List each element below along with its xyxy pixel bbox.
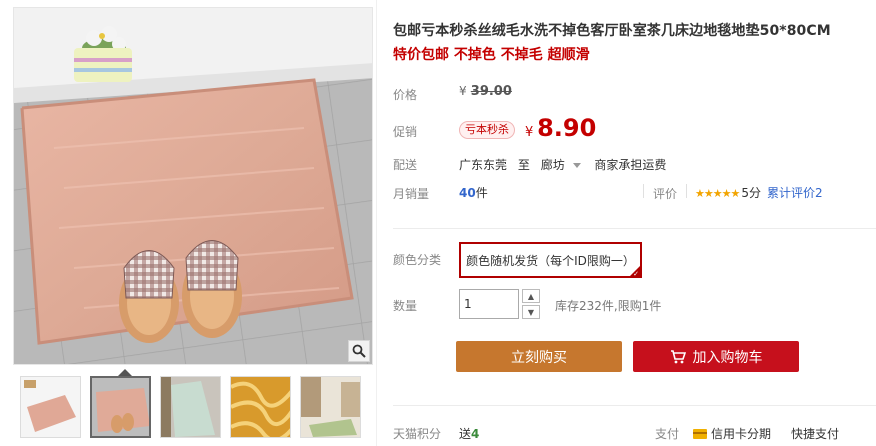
credit-card-installment[interactable]: 信用卡分期: [693, 425, 771, 442]
promotion-price-value: 8.90: [537, 114, 597, 142]
divider: [643, 184, 644, 198]
zoom-button[interactable]: [348, 340, 370, 362]
promo-currency-symbol: ¥: [525, 125, 534, 140]
express-payment-label: 快捷支付: [791, 427, 840, 441]
color-option-text: 颜色随机发货（每个ID限购一）: [466, 253, 635, 268]
quantity-decrease-button[interactable]: ▼: [522, 305, 540, 319]
magnifier-icon: [352, 344, 366, 358]
quantity-label: 数量: [393, 299, 418, 313]
stock-info: 库存232件,限购1件: [555, 299, 662, 313]
currency-symbol: ¥: [459, 84, 467, 98]
monthly-sales-unit: 件: [475, 186, 488, 200]
shipping-fee-note: 商家承担运费: [594, 158, 667, 172]
quantity-input[interactable]: [459, 289, 519, 319]
quantity-increase-button[interactable]: ▲: [522, 289, 540, 303]
promotion-tag: 亏本秒杀: [459, 121, 515, 139]
rating-score: 5分: [741, 186, 761, 200]
monthly-sales-count: 40: [459, 186, 476, 200]
monthly-sales-value: 40件: [459, 184, 488, 201]
payment-label: 支付: [655, 427, 680, 441]
color-option-selected[interactable]: 颜色随机发货（每个ID限购一） ✓: [459, 242, 642, 278]
product-detail-panel: 包邮亏本秒杀丝绒毛水洗不掉色客厅卧室茶几床边地毯地垫50*80CM 特价包邮 不…: [376, 0, 876, 446]
thumbnail-strip: [20, 376, 361, 438]
thumbnail-5[interactable]: [300, 376, 361, 438]
express-payment[interactable]: 快捷支付: [791, 425, 839, 442]
promotion-price: ¥ 8.90: [525, 114, 596, 142]
tmall-points-label: 天猫积分: [393, 427, 442, 441]
original-price: ¥ 39.00: [459, 84, 512, 99]
credit-card-icon: [693, 428, 707, 439]
rating-label: 评价: [653, 187, 678, 201]
thumbnail-pointer: [118, 369, 132, 376]
divider: [686, 184, 687, 198]
ship-from: 广东东莞: [459, 158, 508, 172]
review-count-link[interactable]: 累计评价2: [767, 186, 823, 200]
divider: [393, 405, 876, 406]
add-to-cart-button[interactable]: 加入购物车: [633, 341, 799, 372]
chevron-down-icon[interactable]: [572, 163, 581, 168]
divider: [393, 228, 876, 229]
price-label: 价格: [393, 88, 418, 102]
product-gallery: [0, 0, 376, 446]
shipping-info: 广东东莞 至 廊坊 商家承担运费: [459, 156, 673, 173]
thumbnail-3[interactable]: [160, 376, 221, 438]
cart-icon: [670, 349, 686, 364]
rating-summary: ★★★★★ 5分 累计评价2: [695, 184, 823, 201]
color-label: 颜色分类: [393, 253, 442, 267]
thumbnail-4[interactable]: [230, 376, 291, 438]
main-product-image[interactable]: [13, 7, 373, 365]
add-to-cart-label: 加入购物车: [692, 349, 763, 366]
points-number: 4: [471, 427, 480, 441]
buy-now-button[interactable]: 立刻购买: [456, 341, 622, 372]
original-price-value: 39.00: [470, 84, 512, 99]
thumbnail-1[interactable]: [20, 376, 81, 438]
ship-destination-select[interactable]: 廊坊: [541, 158, 565, 172]
check-icon: ✓: [633, 270, 639, 278]
product-subtitle: 特价包邮 不掉色 不掉毛 超顺滑: [393, 47, 590, 63]
product-title: 包邮亏本秒杀丝绒毛水洗不掉色客厅卧室茶几床边地毯地垫50*80CM: [393, 23, 831, 39]
promotion-label: 促销: [393, 125, 418, 139]
tmall-points-value: 送4: [459, 425, 479, 442]
monthly-sales-label: 月销量: [393, 187, 430, 201]
thumbnail-2-selected[interactable]: [90, 376, 151, 438]
credit-card-label: 信用卡分期: [711, 427, 772, 441]
points-prefix: 送: [459, 427, 472, 441]
star-rating-icon: ★★★★★: [695, 187, 740, 200]
ship-to-word: 至: [517, 158, 530, 172]
shipping-label: 配送: [393, 158, 418, 172]
